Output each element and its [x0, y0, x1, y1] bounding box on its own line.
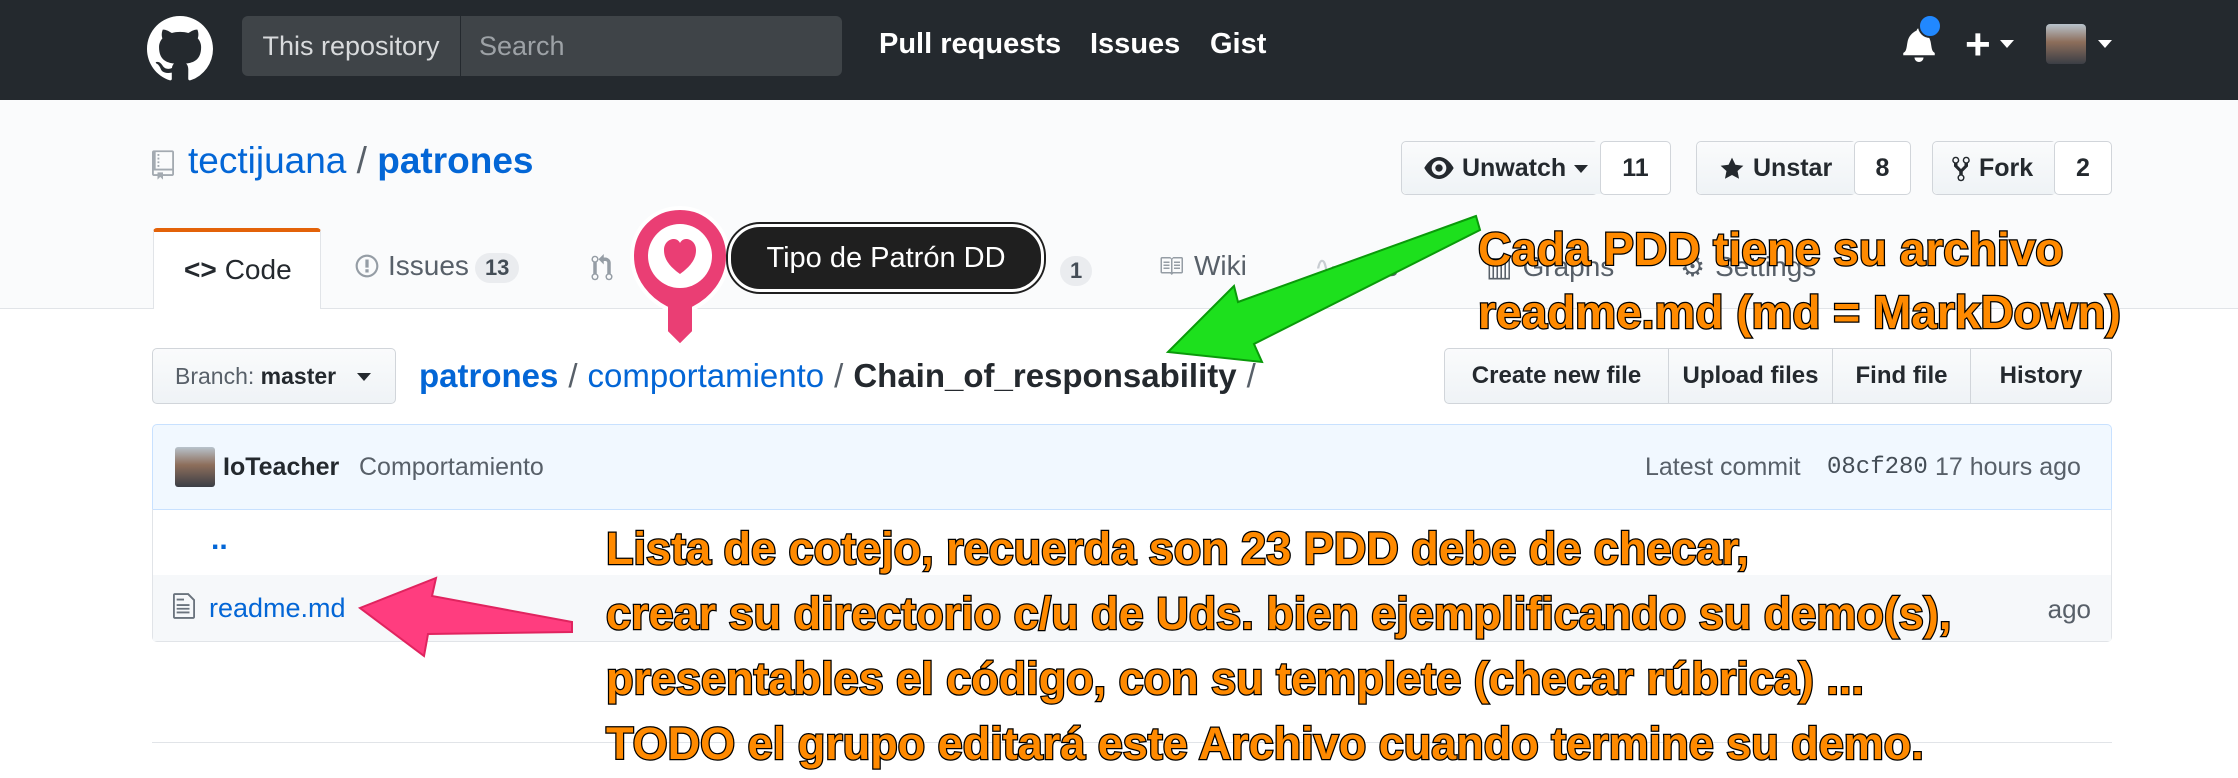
annotation-line: TODO el grupo editará este Archivo cuand…: [605, 717, 1925, 771]
github-logo-icon[interactable]: [147, 16, 213, 82]
tab-issues-label: Issues: [388, 250, 469, 281]
upload-files-button[interactable]: Upload files: [1669, 349, 1833, 403]
commit-author[interactable]: IoTeacher: [223, 453, 339, 482]
book-icon: [1160, 257, 1183, 275]
star-icon: [1720, 157, 1744, 179]
tab-code-label: Code: [224, 254, 292, 285]
annotation-note-top: Cada PDD tiene su archivo readme.md (md …: [1477, 218, 2122, 344]
global-header: This repository Pull requests Issues Gis…: [0, 0, 2238, 100]
fork-icon: [1952, 156, 1970, 182]
breadcrumb-folder-link[interactable]: comportamiento: [588, 357, 825, 394]
watch-button-group: Unwatch: [1401, 141, 1611, 195]
chevron-down-icon: [2098, 40, 2112, 48]
tab-code[interactable]: <> Code: [153, 228, 321, 309]
breadcrumb-separator: /: [834, 357, 844, 394]
watchers-count-box: 11: [1600, 141, 1671, 195]
breadcrumb-root-link[interactable]: patrones: [419, 357, 558, 394]
breadcrumb-separator: /: [1246, 357, 1256, 394]
unstar-label: Unstar: [1753, 154, 1833, 182]
search-scope-label[interactable]: This repository: [242, 16, 461, 76]
pulse-icon: ∿: [1314, 251, 1338, 282]
unstar-button[interactable]: Unstar: [1697, 142, 1855, 194]
tab-wiki[interactable]: Wiki: [1156, 250, 1247, 282]
repo-icon: [152, 150, 174, 180]
forks-count[interactable]: 2: [2055, 142, 2111, 194]
repo-title: tectijuana / patrones: [188, 140, 534, 182]
history-button[interactable]: History: [1971, 349, 2111, 403]
commit-message[interactable]: Comportamiento: [359, 453, 544, 482]
annotation-line: presentables el código, con su templete …: [605, 652, 1865, 706]
latest-commit-label: Latest commit: [1645, 453, 1801, 481]
file-text-icon: [173, 593, 195, 619]
heart-pin-icon: [629, 205, 731, 349]
stars-count[interactable]: 8: [1855, 142, 1910, 194]
annotation-line: crear su directorio c/u de Uds. bien eje…: [605, 587, 1953, 641]
commit-time: 17 hours ago: [1935, 453, 2081, 481]
eye-icon: [1424, 157, 1454, 179]
user-avatar[interactable]: [2046, 24, 2086, 64]
annotation-line: Lista de cotejo, recuerda son 23 PDD deb…: [605, 522, 1750, 576]
plus-icon[interactable]: +: [1965, 20, 1991, 70]
projects-counter[interactable]: 1: [1060, 256, 1093, 286]
code-icon: <>: [184, 254, 217, 285]
commit-author-avatar[interactable]: [175, 447, 215, 487]
breadcrumb: patrones / comportamiento / Chain_of_respons…: [419, 357, 1266, 395]
annotation-note-bottom: Lista de cotejo, recuerda son 23 PDD deb…: [605, 516, 1953, 776]
notification-indicator-icon: [1918, 14, 1942, 38]
search-group: This repository: [242, 16, 842, 76]
tab-issues[interactable]: Issues 13: [354, 250, 520, 283]
unwatch-button[interactable]: Unwatch: [1402, 142, 1611, 194]
chevron-down-icon: [1574, 165, 1588, 173]
chevron-down-icon: [2000, 40, 2014, 48]
repo-name-link[interactable]: patrones: [377, 140, 533, 181]
fork-button-group: Fork: [1932, 141, 2056, 195]
annotation-line: readme.md (md = MarkDown): [1477, 285, 2122, 340]
breadcrumb-separator: /: [568, 357, 578, 394]
nav-issues[interactable]: Issues: [1090, 28, 1180, 61]
latest-commit-bar: IoTeacher Comportamiento Latest commit 0…: [152, 424, 2112, 510]
issues-counter: 13: [474, 253, 520, 283]
find-file-button[interactable]: Find file: [1833, 349, 1971, 403]
repo-title-separator: /: [356, 140, 367, 181]
branch-selector-button[interactable]: Branch: master: [152, 348, 396, 404]
stars-count-box: 8: [1854, 141, 1911, 195]
annotation-line: Cada PDD tiene su archivo: [1477, 222, 2065, 277]
forks-count-box: 2: [2054, 141, 2112, 195]
nav-gist[interactable]: Gist: [1210, 28, 1266, 61]
commit-sha[interactable]: 08cf280: [1827, 454, 1928, 481]
unwatch-label: Unwatch: [1462, 154, 1567, 182]
tab-pulse[interactable]: ∿ ulse: [1314, 250, 1399, 283]
pull-request-icon[interactable]: [590, 254, 614, 282]
pattern-type-tooltip: Tipo de Patrón DD: [728, 224, 1044, 292]
repo-owner-link[interactable]: tectijuana: [188, 140, 346, 181]
star-button-group: Unstar: [1696, 141, 1856, 195]
breadcrumb-current: Chain_of_responsability: [853, 357, 1237, 394]
issue-opened-icon: [355, 254, 379, 278]
fork-button[interactable]: Fork: [1933, 142, 2055, 194]
tab-pulse-label: ulse: [1347, 251, 1399, 282]
tab-wiki-label: Wiki: [1194, 250, 1247, 281]
file-name-link[interactable]: readme.md: [209, 593, 346, 624]
branch-label: Branch:: [175, 363, 255, 389]
watchers-count[interactable]: 11: [1601, 142, 1670, 194]
search-input[interactable]: [461, 16, 842, 76]
create-new-file-button[interactable]: Create new file: [1445, 349, 1669, 403]
parent-directory-link[interactable]: ..: [211, 523, 228, 557]
nav-pull-requests[interactable]: Pull requests: [879, 28, 1061, 61]
file-actions-group: Create new file Upload files Find file H…: [1444, 348, 2112, 404]
file-age: ago: [2047, 594, 2091, 624]
fork-label: Fork: [1979, 154, 2034, 182]
branch-value: master: [260, 363, 337, 389]
chevron-down-icon: [357, 373, 371, 381]
